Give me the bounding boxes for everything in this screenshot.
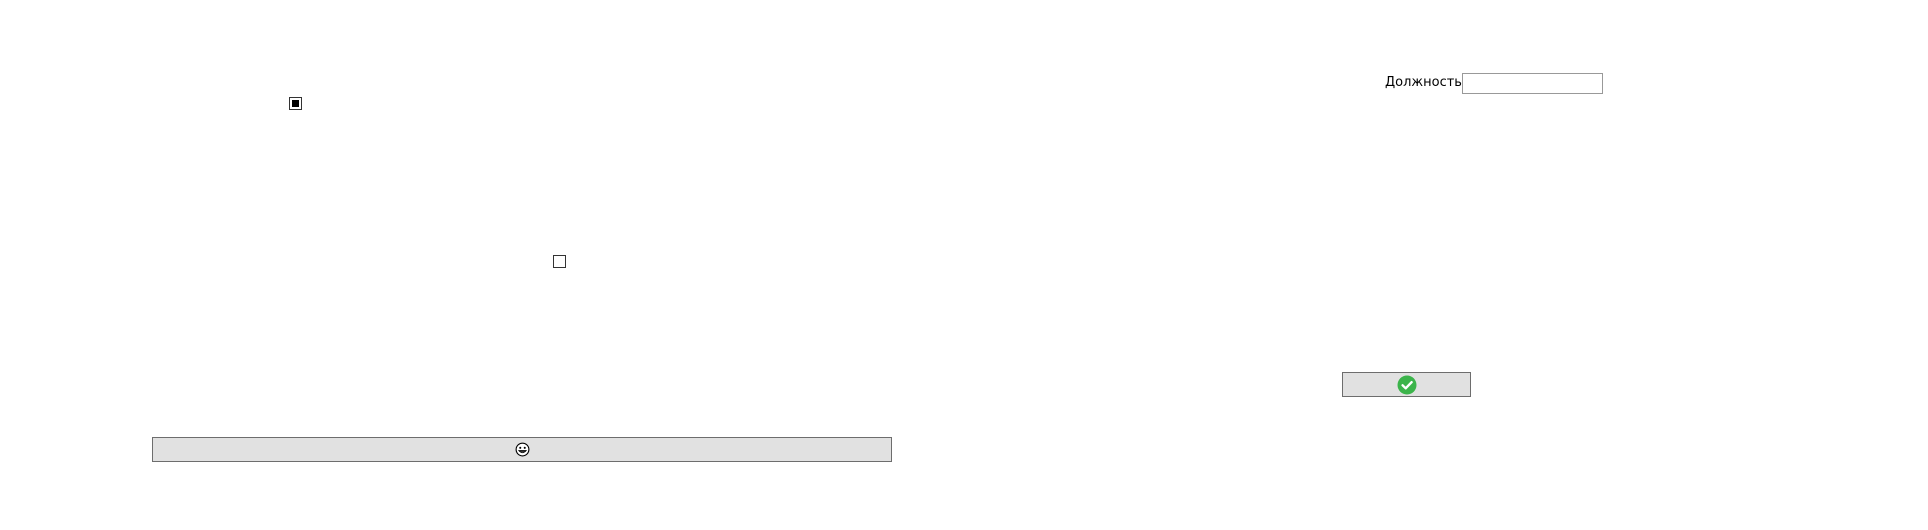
position-input[interactable] xyxy=(1461,72,1603,94)
option-checkbox-1[interactable] xyxy=(289,97,302,110)
confirm-button[interactable] xyxy=(1342,372,1471,397)
option-checkbox-2[interactable] xyxy=(553,255,566,268)
green-checkmark-icon xyxy=(1397,375,1417,395)
position-field-row: Должность xyxy=(1385,72,1603,94)
smiley-face-icon xyxy=(515,442,530,457)
form-window: Должность xyxy=(0,0,1928,530)
position-label: Должность xyxy=(1385,75,1462,90)
smiley-button[interactable] xyxy=(152,437,892,462)
